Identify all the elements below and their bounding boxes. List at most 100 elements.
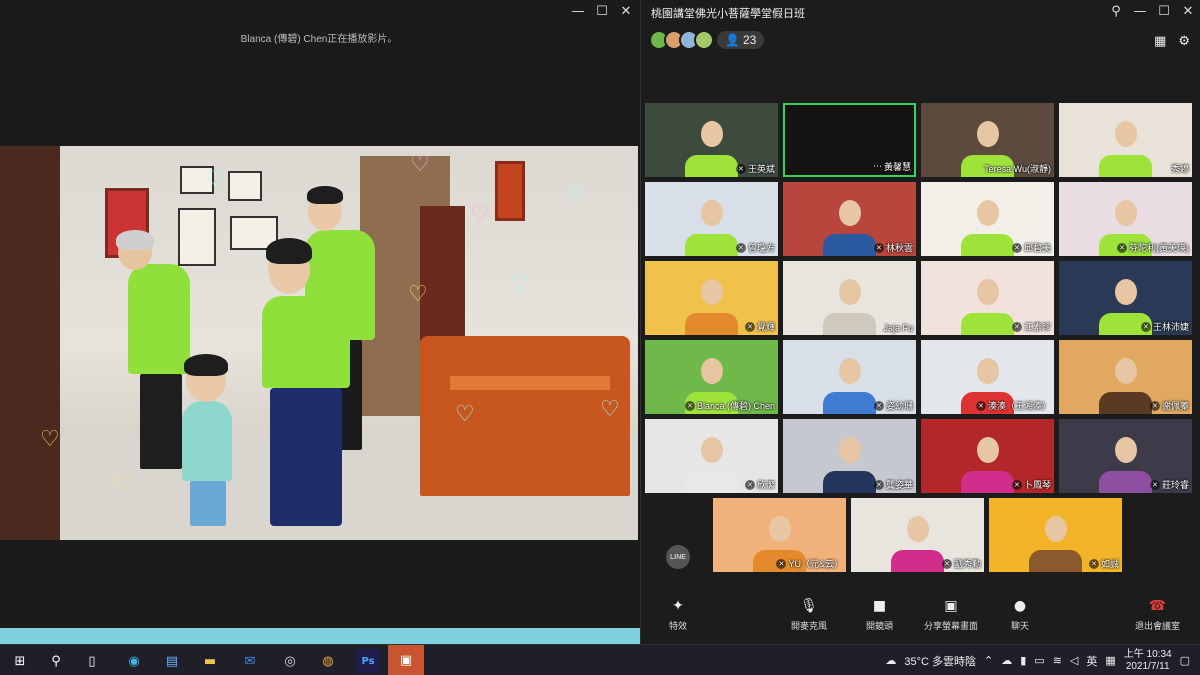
participant-tile[interactable]: ✕ 林秋雲 (783, 182, 916, 256)
participant-tile[interactable]: ✕ 曾瓊方 (645, 182, 778, 256)
chat-button[interactable]: ● 聊天 (1011, 598, 1029, 632)
mic-muted-icon: ✕ (873, 479, 884, 490)
mic-muted-icon: ✕ (776, 558, 787, 569)
toddler (182, 401, 232, 481)
left-window-controls: — ☐ ✕ (566, 0, 638, 22)
ime-indicator[interactable]: 英 (1086, 653, 1097, 669)
participant-face (1114, 200, 1137, 226)
participant-tile[interactable]: ✕ 姿幼珊 (783, 340, 916, 414)
edge-icon[interactable]: ◉ (122, 649, 146, 673)
participant-body (822, 392, 877, 414)
mic-muted-icon: ✕ (744, 479, 755, 490)
participant-name-label: 秀婷 (1171, 162, 1189, 175)
participant-body (960, 313, 1015, 335)
participant-tile[interactable]: ✕ 莊玲睿 (1059, 419, 1192, 493)
leave-meeting-button[interactable]: ☎ 退出會議室 (1135, 598, 1180, 632)
photoshop-icon[interactable]: Ps (356, 649, 380, 673)
gear-icon[interactable]: ⚙ (1178, 33, 1190, 49)
mic-muted-icon: ✕ (735, 242, 746, 253)
maximize-button[interactable]: ☐ (590, 0, 614, 22)
mic-button[interactable]: 🎙 開麥克風 (791, 598, 827, 632)
participant-body (890, 550, 945, 572)
weather-text[interactable]: 35°C 多雲時陰 (904, 653, 976, 669)
participant-tile[interactable]: ✕ 劉秀勤 (851, 498, 984, 572)
chevron-up-icon[interactable]: ⌃ (984, 654, 993, 667)
notification-icon[interactable]: ▢ (1180, 654, 1190, 667)
participant-name: 覺輝 (756, 322, 775, 332)
close-button[interactable]: ✕ (1176, 0, 1200, 22)
avatar (694, 30, 714, 50)
participant-tile[interactable]: ✕ 邱碧美 (921, 182, 1054, 256)
participant-tile[interactable]: ⋯ 黃馨慧 (783, 103, 916, 177)
participant-name: YU（元&云） (788, 559, 843, 569)
shared-video[interactable]: ♡ ♡ ♡ ♡ ♡ ♡ ♡ ♡ ♡ ♡ (0, 146, 638, 540)
girl-hair (266, 238, 312, 264)
pin-button[interactable]: ⚲ (1104, 0, 1128, 22)
participant-count-badge[interactable]: 👤 23 (717, 31, 765, 49)
participant-body (684, 234, 739, 256)
layout-icon[interactable]: ▦ (1154, 33, 1166, 49)
input-icon[interactable]: ▦ (1105, 654, 1115, 667)
participant-name: 王林沛婕 (1152, 322, 1189, 332)
participant-tile[interactable]: ✕ 如誠 (989, 498, 1122, 572)
participant-name-label: ✕ YU（元&云） (776, 557, 843, 570)
participant-tile[interactable]: ✕ 欣潔 (645, 419, 778, 493)
participant-tile[interactable]: ✕ 王英斌 (645, 103, 778, 177)
participant-body (684, 471, 739, 493)
folder-icon[interactable]: ▬ (198, 649, 222, 673)
media-icon[interactable]: ◎ (278, 649, 302, 673)
participants-row[interactable]: 👤 23 (649, 30, 765, 50)
participant-name: 黃馨慧 (883, 162, 911, 172)
wifi-icon[interactable]: ≋ (1053, 654, 1062, 667)
effects-button[interactable]: ✦ 特效 (669, 598, 687, 632)
clock[interactable]: 上午 10:34 2021/7/11 (1124, 649, 1172, 673)
start-icon[interactable]: ⊞ (8, 649, 32, 673)
sparkle-icon: ✦ (672, 598, 684, 614)
line-app-icon[interactable]: ▣ (388, 645, 424, 675)
close-button[interactable]: ✕ (614, 0, 638, 22)
participant-tile[interactable]: ✕ 芬陀利(黃美瑛) (1059, 182, 1192, 256)
participant-tile[interactable]: ✕ 謝佩蓁 (1059, 340, 1192, 414)
participant-tile[interactable]: Teresa Wu(淑靜) (921, 103, 1054, 177)
participant-name: 龔姿華 (885, 480, 913, 490)
wall-frame (178, 208, 216, 266)
participant-tile[interactable]: ✕ YU（元&云） (713, 498, 846, 572)
participant-name-label: ✕ 曾瓊方 (735, 241, 775, 254)
chrome-icon[interactable]: ◍ (316, 649, 340, 673)
camera-button[interactable]: ■ 開鏡頭 (866, 598, 893, 632)
heart-sticker: ♡ (470, 201, 490, 226)
participant-tile[interactable]: ✕ 龔姿華 (783, 419, 916, 493)
participant-tile[interactable]: ✕ Blanca (傳碧) Chen (645, 340, 778, 414)
participant-tile[interactable]: Jaja Fu (783, 261, 916, 335)
maximize-button[interactable]: ☐ (1152, 0, 1176, 22)
mail-icon[interactable]: ✉ (238, 649, 262, 673)
participant-tile[interactable]: ✕ 湊湊（王湘湊） (921, 340, 1054, 414)
participant-name: 邱碧美 (1023, 243, 1051, 253)
participant-face (976, 279, 999, 305)
minimize-button[interactable]: — (1128, 0, 1152, 22)
participant-tile[interactable]: ✕ 江素珍 (921, 261, 1054, 335)
participant-name: 林秋雲 (885, 243, 913, 253)
mic-muted-icon: ✕ (975, 400, 986, 411)
windows-taskbar: ⊞ ⚲ ▯ ◉ ▤ ▬ ✉ ◎ ◍ Ps ▣ ☁ 35°C 多雲時陰 ⌃ ☁ ▮… (0, 644, 1200, 675)
participant-tile[interactable]: ✕ 王林沛婕 (1059, 261, 1192, 335)
search-icon[interactable]: ⚲ (44, 649, 68, 673)
participant-name: Jaja Fu (883, 323, 913, 333)
meeting-toolbar: ✦ 特效 🎙 開麥克風 ■ 開鏡頭 ▣ 分享螢幕畫面 ● 聊天 ☎ 退出會議室 (641, 590, 1200, 644)
participant-tile[interactable]: 秀婷 (1059, 103, 1192, 177)
hangup-icon: ☎ (1148, 598, 1167, 614)
store-icon[interactable]: ▤ (160, 649, 184, 673)
participant-tile[interactable]: ✕ 覺輝 (645, 261, 778, 335)
share-screen-button[interactable]: ▣ 分享螢幕畫面 (924, 598, 978, 632)
heart-sticker: ♡ (205, 166, 225, 191)
task-view-icon[interactable]: ▯ (80, 649, 104, 673)
participant-name: 莊玲睿 (1161, 480, 1189, 490)
volume-icon[interactable]: ◁ (1070, 654, 1078, 667)
battery-icon[interactable]: ▭ (1034, 654, 1044, 667)
participant-tile[interactable]: ✕ 卜鳳琴 (921, 419, 1054, 493)
minimize-button[interactable]: — (566, 0, 590, 22)
cloud-icon: ☁ (885, 655, 897, 667)
participant-body (822, 313, 877, 335)
participant-face (838, 358, 861, 384)
participant-name: 芬陀利(黃美瑛) (1129, 243, 1189, 253)
